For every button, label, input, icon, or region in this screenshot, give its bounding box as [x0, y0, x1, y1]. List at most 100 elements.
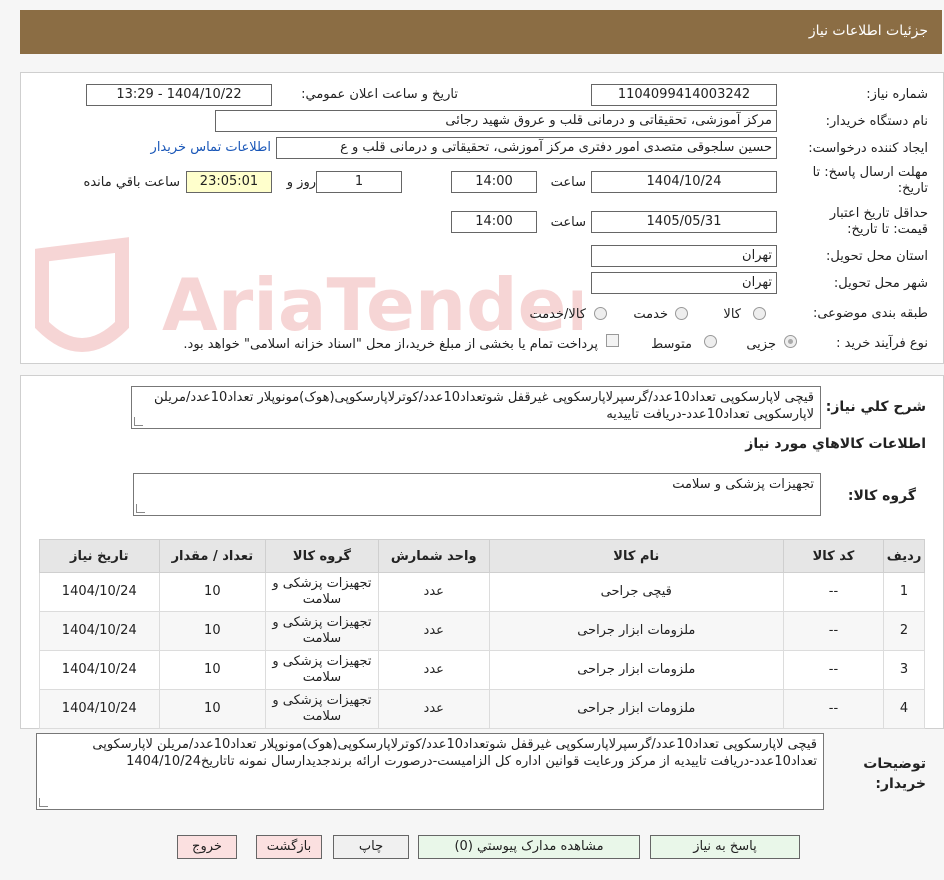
days-label: روز و [286, 175, 316, 190]
cell-name: ملزومات ابزار جراحی [488, 650, 784, 690]
cell-date: 1404/10/24 [39, 611, 160, 651]
back-button[interactable]: بازگشت [256, 835, 322, 859]
cell-code: -- [782, 572, 885, 612]
buyer-org-label: نام دستگاه خریدار: [825, 114, 928, 129]
process-minor-radio[interactable] [784, 335, 797, 348]
resize-handle-icon[interactable] [134, 417, 143, 426]
table-row: 1 -- قیچی جراحی عدد تجهیزات پزشکی و سلام… [39, 572, 925, 612]
reply-button[interactable]: پاسخ به نیاز [650, 835, 800, 859]
print-button[interactable]: چاپ [333, 835, 409, 859]
category-both-label: کالا/خدمت [529, 307, 586, 322]
process-minor-label: جزیی [746, 337, 776, 352]
col-date: تاریخ نیاز [39, 539, 160, 573]
process-medium-label: متوسط [651, 337, 692, 352]
goods-group-label: گروه کالا: [847, 488, 916, 504]
cell-row: 3 [883, 650, 925, 690]
category-goods-radio[interactable] [753, 307, 766, 320]
cell-code: -- [782, 650, 885, 690]
province-label: استان محل تحویل: [826, 249, 928, 264]
cell-name: قیچی جراحی [488, 572, 784, 612]
col-qty: تعداد / مقدار [158, 539, 267, 573]
remaining-time-field: 23:05:01 [186, 171, 272, 193]
treasury-payment-note: پرداخت تمام یا بخشی از مبلغ خرید،از محل … [183, 337, 598, 352]
summary-label: شرح کلي نیاز: [825, 399, 926, 415]
days-field: 1 [316, 171, 402, 193]
cell-unit: عدد [377, 689, 490, 729]
province-field: تهران [591, 245, 777, 267]
goods-group-text: تجهیزات پزشکی و سلامت [672, 477, 814, 492]
cell-qty: 10 [158, 650, 267, 690]
cell-qty: 10 [158, 689, 267, 729]
need-number-label: شماره نیاز: [866, 87, 928, 102]
cell-unit: عدد [377, 572, 490, 612]
category-both-radio[interactable] [594, 307, 607, 320]
deadline-time-label: ساعت [550, 175, 586, 190]
category-service-radio[interactable] [675, 307, 688, 320]
table-row: 3 -- ملزومات ابزار جراحی عدد تجهیزات پزش… [39, 650, 925, 690]
exit-button[interactable]: خروج [177, 835, 237, 859]
category-goods-label: کالا [723, 307, 741, 322]
view-documents-button[interactable]: مشاهده مدارک پیوستي (0) [418, 835, 640, 859]
cell-group: تجهیزات پزشکی و سلامت [265, 689, 379, 729]
cell-group: تجهیزات پزشکی و سلامت [265, 611, 379, 651]
validity-label: حداقل تاریخ اعتبار قیمت: تا تاریخ: [829, 206, 928, 237]
buyer-notes-textarea[interactable]: قیچی لاپارسکوپی تعداد10عدد/گرسپرلاپارسکو… [36, 733, 824, 810]
category-service-label: خدمت [633, 307, 668, 322]
buyer-notes-label: توضیحات خریدار: [863, 756, 926, 792]
validity-date-field: 1405/05/31 [591, 211, 777, 233]
col-code: کد کالا [782, 539, 885, 573]
page-header: جزئیات اطلاعات نیاز [20, 10, 942, 54]
col-group: گروه کالا [265, 539, 379, 573]
goods-table: ردیف کد کالا نام کالا واحد شمارش گروه کا… [39, 539, 925, 729]
cell-qty: 10 [158, 572, 267, 612]
need-number-field: 1104099414003242 [591, 84, 777, 106]
city-label: شهر محل تحویل: [833, 276, 928, 291]
deadline-label: مهلت ارسال پاسخ: تا تاریخ: [812, 165, 928, 196]
cell-group: تجهیزات پزشکی و سلامت [265, 650, 379, 690]
resize-handle-icon[interactable] [136, 504, 145, 513]
summary-text: قیچی لاپارسکوپی تعداد10عدد/گرسپرلاپارسکو… [154, 390, 814, 422]
goods-section-title: اطلاعات کالاهاي مورد نیاز [745, 436, 926, 452]
validity-time-label: ساعت [550, 215, 586, 230]
process-type-label: نوع فرآیند خرید : [836, 336, 928, 351]
cell-group: تجهیزات پزشکی و سلامت [265, 572, 379, 612]
cell-date: 1404/10/24 [39, 572, 160, 612]
process-medium-radio[interactable] [704, 335, 717, 348]
announce-date-label: تاریخ و ساعت اعلان عمومي: [301, 87, 458, 102]
cell-code: -- [782, 689, 885, 729]
cell-date: 1404/10/24 [39, 650, 160, 690]
table-row: 4 -- ملزومات ابزار جراحی عدد تجهیزات پزش… [39, 689, 925, 729]
requester-field: حسین سلجوقی متصدی امور دفتری مرکز آموزشی… [276, 137, 777, 159]
goods-group-textarea[interactable]: تجهیزات پزشکی و سلامت [133, 473, 821, 516]
summary-textarea[interactable]: قیچی لاپارسکوپی تعداد10عدد/گرسپرلاپارسکو… [131, 386, 821, 429]
category-label: طبقه بندی موضوعی: [812, 306, 928, 321]
col-name: نام کالا [488, 539, 784, 573]
cell-code: -- [782, 611, 885, 651]
announce-date-field: 1404/10/22 - 13:29 [86, 84, 272, 106]
cell-row: 4 [883, 689, 925, 729]
requester-label: ایجاد کننده درخواست: [808, 141, 928, 156]
col-row: ردیف [883, 539, 925, 573]
cell-name: ملزومات ابزار جراحی [488, 689, 784, 729]
city-field: تهران [591, 272, 777, 294]
buyer-notes-text: قیچی لاپارسکوپی تعداد10عدد/گرسپرلاپارسکو… [92, 737, 817, 769]
remaining-label: ساعت باقي مانده [83, 175, 180, 190]
validity-time-field: 14:00 [451, 211, 537, 233]
cell-unit: عدد [377, 650, 490, 690]
table-row: 2 -- ملزومات ابزار جراحی عدد تجهیزات پزش… [39, 611, 925, 651]
cell-unit: عدد [377, 611, 490, 651]
deadline-date-field: 1404/10/24 [591, 171, 777, 193]
treasury-payment-checkbox[interactable] [606, 334, 619, 347]
buyer-contact-link[interactable]: اطلاعات تماس خریدار [151, 140, 271, 155]
cell-date: 1404/10/24 [39, 689, 160, 729]
table-header-row: ردیف کد کالا نام کالا واحد شمارش گروه کا… [39, 539, 925, 573]
deadline-time-field: 14:00 [451, 171, 537, 193]
buyer-org-field: مرکز آموزشی، تحقیقاتی و درمانی قلب و عرو… [215, 110, 777, 132]
cell-name: ملزومات ابزار جراحی [488, 611, 784, 651]
resize-handle-icon[interactable] [39, 798, 48, 807]
page-title: جزئیات اطلاعات نیاز [808, 23, 928, 39]
cell-row: 2 [883, 611, 925, 651]
col-unit: واحد شمارش [377, 539, 490, 573]
cell-qty: 10 [158, 611, 267, 651]
cell-row: 1 [883, 572, 925, 612]
